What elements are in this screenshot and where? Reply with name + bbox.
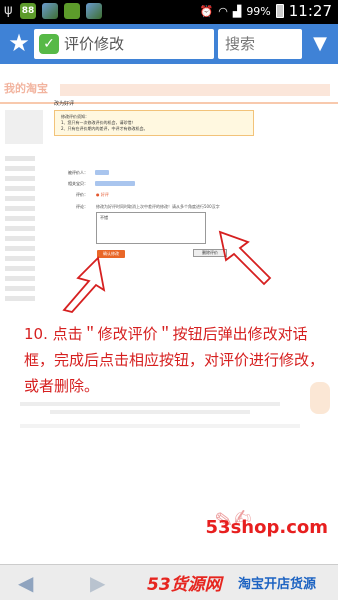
notice-line: 2、只有在评价期内的差评，中评才有修改机会。 bbox=[61, 126, 148, 131]
sidebar-item[interactable] bbox=[5, 266, 35, 271]
search-input[interactable]: 搜索 bbox=[218, 29, 302, 59]
label-rating: 评价： bbox=[76, 192, 88, 197]
sidebar-item[interactable] bbox=[5, 246, 35, 251]
signal-icon: ▟ bbox=[232, 4, 242, 18]
photo-icon bbox=[86, 3, 102, 19]
sidebar-item[interactable] bbox=[5, 286, 35, 291]
watermark-brand: 53货源网 bbox=[147, 575, 222, 595]
avatar bbox=[5, 110, 43, 144]
wifi-icon: ◠ bbox=[218, 4, 228, 18]
instruction-text: 10. 点击＂修改评价＂按钮后弹出修改对话框，完成后点击相应按钮，对评价进行修改… bbox=[24, 325, 325, 395]
chevron-down-icon[interactable]: ▼ bbox=[308, 32, 332, 56]
star-icon[interactable]: ★ bbox=[6, 30, 32, 56]
sidebar-item[interactable] bbox=[5, 216, 35, 221]
sidebar-item[interactable] bbox=[5, 156, 35, 161]
up-arrow-icon bbox=[62, 256, 106, 314]
search-placeholder: 搜索 bbox=[225, 35, 256, 53]
back-arrow-icon[interactable]: ◀ bbox=[18, 571, 33, 595]
target-value bbox=[95, 170, 109, 175]
item-link[interactable] bbox=[95, 181, 135, 186]
sidebar-item[interactable] bbox=[5, 186, 35, 191]
battery-icon bbox=[275, 4, 284, 18]
remark-hint: 修改为好评时同时取消上次中差评的修改！请从多个角度进行500汉字 bbox=[96, 204, 220, 209]
sidebar-item[interactable] bbox=[5, 226, 35, 231]
app-badge-icon: 88 bbox=[20, 3, 36, 19]
sidebar-item[interactable] bbox=[5, 176, 35, 181]
shield-check-icon: ✓ bbox=[39, 34, 59, 54]
sidebar-item[interactable] bbox=[5, 296, 35, 301]
watermark-url: 53shop.com bbox=[205, 517, 328, 538]
nav-divider bbox=[0, 102, 338, 104]
taobao-logo: 我的淘宝 bbox=[4, 82, 48, 95]
rating-good-radio[interactable]: ● 好评 bbox=[96, 192, 109, 198]
status-bar: ψ 88 ⏰ ◠ ▟ 99% 11:27 bbox=[0, 0, 338, 24]
sidebar-item[interactable] bbox=[5, 256, 35, 261]
web-content: 我的淘宝 改为好评 修改评价须知： 1、您只有一次修改评价的机会，请珍惜！ 2、… bbox=[0, 64, 338, 564]
status-icons-left: ψ 88 bbox=[4, 3, 102, 19]
top-nav bbox=[60, 84, 330, 96]
remark-textarea[interactable]: 不错 bbox=[96, 212, 206, 244]
battery-percent: 99% bbox=[246, 4, 271, 18]
address-bar[interactable]: ✓ 评价修改 bbox=[34, 29, 214, 59]
page-title: 评价修改 bbox=[64, 35, 125, 53]
sidebar-item[interactable] bbox=[5, 196, 35, 201]
sidebar-item[interactable] bbox=[5, 236, 35, 241]
label-remark: 评论： bbox=[76, 204, 88, 209]
form-title: 改为好评 bbox=[54, 101, 75, 107]
mascot-image bbox=[310, 382, 330, 414]
status-icons-right: ⏰ ◠ ▟ 99% 11:27 bbox=[200, 2, 332, 20]
alarm-icon: ⏰ bbox=[199, 4, 214, 18]
clock: 11:27 bbox=[288, 2, 332, 20]
sidebar-item[interactable] bbox=[5, 166, 35, 171]
usb-icon: ψ bbox=[4, 3, 13, 18]
label-item: 相关宝贝： bbox=[68, 181, 88, 186]
gallery-icon bbox=[42, 3, 58, 19]
browser-toolbar: ★ ✓ 评价修改 搜索 ▼ bbox=[0, 24, 338, 64]
chat-icon bbox=[64, 3, 80, 19]
up-arrow-icon bbox=[218, 230, 272, 286]
page-footer bbox=[20, 402, 300, 432]
notice-box: 修改评价须知： 1、您只有一次修改评价的机会，请珍惜！ 2、只有在评价期内的差评… bbox=[54, 110, 254, 136]
sidebar-item[interactable] bbox=[5, 206, 35, 211]
watermark-slogan: 淘宝开店货源 bbox=[238, 577, 317, 592]
forward-arrow-icon[interactable]: ▶ bbox=[90, 571, 105, 595]
textarea-value: 不错 bbox=[100, 215, 108, 220]
label-target: 被评价人： bbox=[68, 170, 88, 175]
rating-value: 好评 bbox=[100, 192, 109, 197]
sidebar-item[interactable] bbox=[5, 276, 35, 281]
